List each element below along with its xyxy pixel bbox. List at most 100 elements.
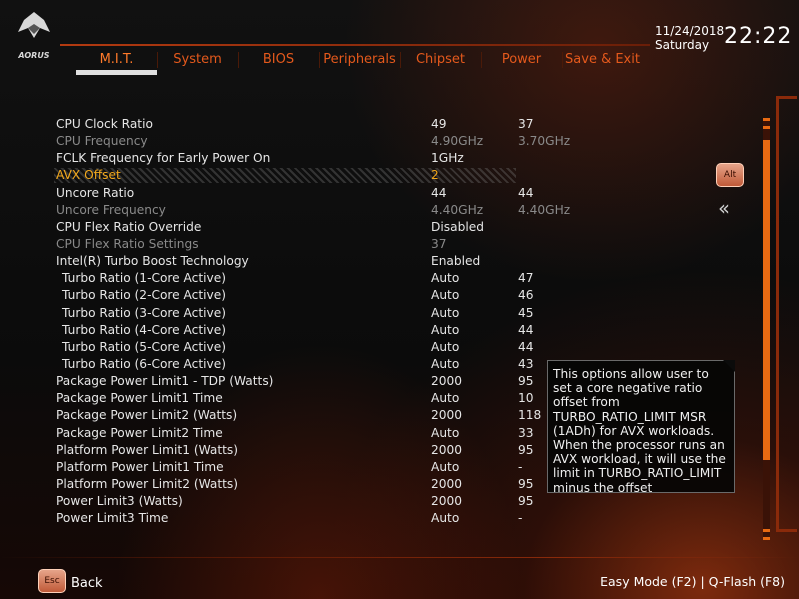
- scrollbar[interactable]: [763, 118, 770, 540]
- setting-label: Turbo Ratio (1-Core Active): [62, 271, 226, 286]
- tab-divider: [157, 52, 158, 68]
- tab-mit[interactable]: M.I.T.: [76, 50, 157, 76]
- setting-label: Package Power Limit2 (Watts): [56, 408, 238, 423]
- footer-shortcuts: Easy Mode (F2) | Q-Flash (F8): [600, 574, 785, 589]
- setting-value[interactable]: 2000: [431, 407, 462, 424]
- setting-value[interactable]: Auto: [431, 356, 459, 373]
- setting-label: FCLK Frequency for Early Power On: [56, 151, 271, 166]
- setting-row[interactable]: Power Limit3 Time Auto -: [56, 510, 576, 527]
- setting-current-value: 47: [518, 271, 534, 286]
- setting-current-value: -: [518, 511, 523, 526]
- setting-row[interactable]: Intel(R) Turbo Boost Technology Enabled: [56, 253, 576, 270]
- qflash-link[interactable]: Q-Flash (F8): [709, 574, 785, 589]
- setting-row[interactable]: Package Power Limit2 Time Auto 33: [56, 425, 576, 442]
- setting-label: Intel(R) Turbo Boost Technology: [56, 254, 249, 269]
- date-text: 11/24/2018: [655, 24, 725, 38]
- setting-value[interactable]: 2: [431, 167, 439, 184]
- tab-divider: [238, 52, 239, 68]
- setting-current-value: 44: [518, 185, 534, 200]
- setting-row[interactable]: Platform Power Limit1 (Watts) 2000 95: [56, 442, 576, 459]
- tab-chipset[interactable]: Chipset: [400, 50, 481, 76]
- setting-current-value: 44: [518, 322, 534, 337]
- setting-row[interactable]: Package Power Limit2 (Watts) 2000 118: [56, 407, 576, 424]
- setting-row[interactable]: Turbo Ratio (2-Core Active) Auto 46: [56, 287, 576, 304]
- setting-current-value: 95: [518, 374, 534, 389]
- setting-label: Platform Power Limit1 Time: [56, 459, 224, 474]
- setting-row[interactable]: Turbo Ratio (3-Core Active) Auto 45: [56, 305, 576, 322]
- setting-value[interactable]: Auto: [431, 305, 459, 322]
- setting-current-value: 95: [518, 442, 534, 457]
- setting-value[interactable]: Auto: [431, 459, 459, 476]
- setting-row[interactable]: Turbo Ratio (5-Core Active) Auto 44: [56, 339, 576, 356]
- setting-value[interactable]: Auto: [431, 270, 459, 287]
- setting-row[interactable]: Power Limit3 (Watts) 2000 95: [56, 493, 576, 510]
- setting-row[interactable]: Turbo Ratio (4-Core Active) Auto 44: [56, 322, 576, 339]
- setting-value[interactable]: 2000: [431, 373, 462, 390]
- setting-row[interactable]: Package Power Limit1 Time Auto 10: [56, 390, 576, 407]
- setting-row[interactable]: Platform Power Limit2 (Watts) 2000 95: [56, 476, 576, 493]
- setting-value[interactable]: Enabled: [431, 253, 480, 270]
- logo-text: AORUS: [17, 51, 49, 60]
- setting-label: Power Limit3 (Watts): [56, 494, 183, 509]
- setting-label: CPU Clock Ratio: [56, 117, 153, 131]
- setting-row: Uncore Frequency 4.40GHz 4.40GHz: [56, 202, 576, 219]
- setting-current-value: 33: [518, 425, 534, 440]
- setting-current-value: 37: [518, 117, 534, 131]
- setting-value: 4.90GHz: [431, 134, 484, 149]
- easy-mode-link[interactable]: Easy Mode (F2): [600, 574, 696, 589]
- setting-row: CPU Frequency 4.90GHz 3.70GHz: [56, 133, 576, 150]
- tab-system[interactable]: System: [157, 50, 238, 76]
- setting-label: Power Limit3 Time: [56, 511, 169, 526]
- back-label[interactable]: Back: [71, 576, 103, 591]
- setting-row[interactable]: Uncore Ratio 44 44: [56, 185, 576, 202]
- date-display: 11/24/2018 Saturday: [655, 24, 724, 52]
- setting-value[interactable]: 1GHz: [431, 150, 464, 167]
- setting-label: CPU Flex Ratio Settings: [56, 236, 199, 251]
- setting-label: Package Power Limit2 Time: [56, 425, 223, 440]
- scrollbar-cap: [763, 529, 770, 532]
- setting-label: Uncore Frequency: [56, 202, 166, 217]
- setting-value: 4.40GHz: [431, 202, 484, 217]
- right-frame-decoration: [776, 96, 797, 532]
- setting-value[interactable]: 2000: [431, 476, 462, 493]
- setting-value[interactable]: Auto: [431, 322, 459, 339]
- setting-label: Package Power Limit1 Time: [56, 391, 223, 406]
- setting-value[interactable]: 44: [431, 185, 447, 202]
- setting-value[interactable]: 2000: [431, 493, 462, 510]
- setting-value[interactable]: Auto: [431, 287, 459, 304]
- scrollbar-thumb[interactable]: [763, 140, 770, 460]
- setting-row[interactable]: AVX Offset 2: [54, 167, 576, 184]
- alt-key-button[interactable]: Alt: [716, 163, 744, 187]
- setting-label: Package Power Limit1 - TDP (Watts): [56, 374, 274, 389]
- setting-value[interactable]: 49: [431, 116, 447, 133]
- setting-row[interactable]: Package Power Limit1 - TDP (Watts) 2000 95: [56, 373, 576, 390]
- setting-current-value: 45: [518, 305, 534, 320]
- setting-row[interactable]: Platform Power Limit1 Time Auto -: [56, 459, 576, 476]
- scrollbar-cap: [763, 537, 770, 540]
- setting-label: AVX Offset: [56, 168, 121, 183]
- time-display: 22:22: [724, 24, 793, 49]
- setting-row[interactable]: CPU Clock Ratio 49 37: [56, 116, 576, 133]
- setting-label: CPU Flex Ratio Override: [56, 219, 202, 234]
- setting-value[interactable]: Auto: [431, 339, 459, 356]
- setting-value[interactable]: 2000: [431, 442, 462, 459]
- setting-value[interactable]: Auto: [431, 390, 459, 407]
- setting-row[interactable]: CPU Flex Ratio Override Disabled: [56, 219, 576, 236]
- tab-save-exit[interactable]: Save & Exit: [562, 50, 643, 76]
- setting-row[interactable]: FCLK Frequency for Early Power On 1GHz: [56, 150, 576, 167]
- setting-value[interactable]: Auto: [431, 425, 459, 442]
- tab-peripherals[interactable]: Peripherals: [319, 50, 400, 76]
- setting-value[interactable]: Auto: [431, 510, 459, 527]
- tab-divider: [481, 52, 482, 68]
- esc-key-button[interactable]: Esc: [38, 569, 66, 593]
- setting-value[interactable]: Disabled: [431, 219, 484, 236]
- setting-current-value: 10: [518, 391, 534, 406]
- setting-current-value: 4.40GHz: [518, 202, 571, 217]
- tab-power[interactable]: Power: [481, 50, 562, 76]
- setting-row[interactable]: Turbo Ratio (6-Core Active) Auto 43: [56, 356, 576, 373]
- footer-separator: |: [700, 574, 709, 589]
- settings-list: CPU Clock Ratio 49 37 CPU Frequency 4.90GHz 3…: [54, 116, 576, 527]
- tab-bios[interactable]: BIOS: [238, 50, 319, 76]
- setting-row[interactable]: Turbo Ratio (1-Core Active) Auto 47: [56, 270, 576, 287]
- collapse-chevron-icon[interactable]: ‹‹: [718, 196, 730, 220]
